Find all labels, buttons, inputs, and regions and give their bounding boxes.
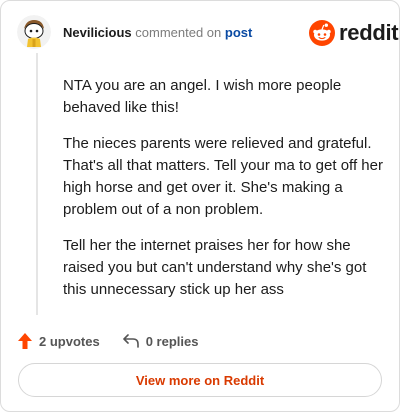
- comment-paragraph: NTA you are an angel. I wish more people…: [63, 77, 342, 116]
- upvote-arrow-icon: [18, 333, 32, 349]
- comment-header: Nevilicious commented on post reddit: [1, 1, 399, 65]
- avatar[interactable]: [17, 15, 51, 49]
- replies-count: 0 replies: [145, 333, 199, 349]
- reddit-logo[interactable]: reddit: [309, 19, 399, 47]
- comment-embed-card: Nevilicious commented on post reddit NTA…: [0, 0, 400, 412]
- upvote-button[interactable]: 2 upvotes: [17, 332, 100, 350]
- byline-action-text: commented on: [135, 25, 222, 40]
- comment-paragraph: Tell her the internet praises her for ho…: [63, 237, 367, 298]
- thread-line: [36, 53, 38, 315]
- comment-paragraph: The nieces parents were relieved and gra…: [63, 135, 383, 218]
- replies-button[interactable]: 0 replies: [122, 333, 199, 349]
- reddit-snoo-icon: [309, 20, 335, 46]
- upvote-count: 2 upvotes: [39, 333, 100, 349]
- post-link[interactable]: post: [225, 25, 252, 40]
- reply-arrow-icon: [122, 334, 139, 348]
- snoo-avatar-icon: [17, 15, 51, 49]
- reddit-wordmark: reddit: [339, 20, 399, 45]
- view-more-button[interactable]: View more on Reddit: [18, 363, 382, 397]
- comment-byline: Nevilicious commented on post: [63, 25, 252, 41]
- username[interactable]: Nevilicious: [63, 25, 132, 40]
- comment-body: NTA you are an angel. I wish more people…: [63, 75, 385, 315]
- comment-actions: 2 upvotes 0 replies: [17, 331, 198, 351]
